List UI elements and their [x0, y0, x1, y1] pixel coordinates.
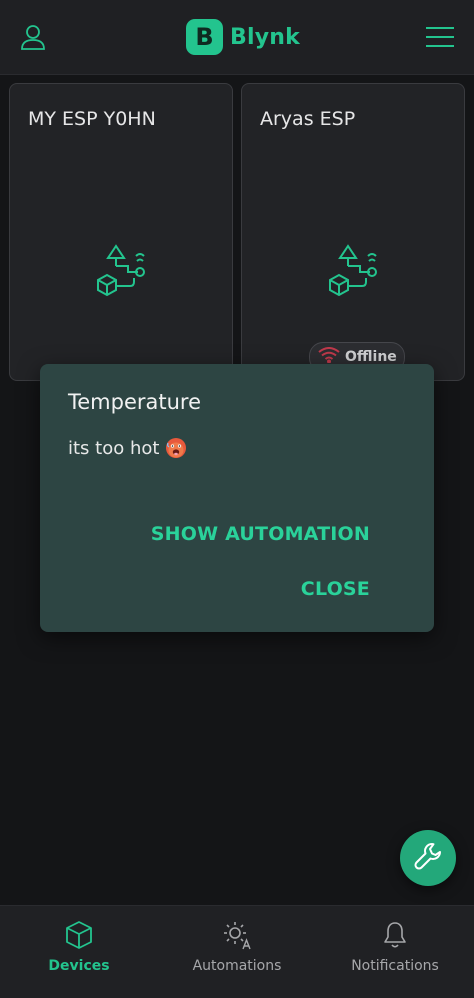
device-template-icon [94, 242, 150, 298]
nav-label: Notifications [351, 958, 439, 974]
dialog-message-row: its too hot [68, 437, 187, 459]
nav-notifications[interactable]: Notifications [316, 906, 474, 998]
app-name: Blynk [230, 24, 300, 50]
wrench-icon [413, 841, 443, 875]
bottom-navigation: Devices Automations Notifications [0, 905, 474, 998]
app-header: B Blynk [0, 0, 474, 75]
device-card-my-esp-y0hn[interactable]: MY ESP Y0HN [9, 83, 233, 381]
nav-automations[interactable]: Automations [158, 906, 316, 998]
bell-icon [380, 920, 410, 950]
dialog-title: Temperature [68, 390, 202, 414]
wrench-fab-button[interactable] [400, 830, 456, 886]
device-template-icon [326, 242, 382, 298]
dialog-message: its too hot [68, 437, 160, 459]
blynk-logo: B Blynk [186, 19, 300, 55]
show-automation-button[interactable]: SHOW AUTOMATION [151, 523, 370, 545]
device-card-aryas-esp[interactable]: Aryas ESP Offline [241, 83, 465, 381]
device-name: Aryas ESP [260, 108, 356, 130]
logo-badge: B [186, 19, 223, 55]
close-button[interactable]: CLOSE [301, 578, 370, 600]
status-text: Offline [345, 349, 397, 365]
hot-face-emoji [165, 437, 187, 459]
nav-label: Automations [192, 958, 282, 974]
hamburger-menu-icon[interactable] [424, 24, 456, 50]
notification-dialog: Temperature its too hot SHOW AUTOMATION … [40, 364, 434, 632]
user-icon[interactable] [18, 22, 48, 52]
sun-automation-icon [222, 920, 252, 950]
nav-label: Devices [48, 958, 110, 974]
cube-icon [64, 920, 94, 950]
device-name: MY ESP Y0HN [28, 108, 156, 130]
nav-devices[interactable]: Devices [0, 906, 158, 998]
